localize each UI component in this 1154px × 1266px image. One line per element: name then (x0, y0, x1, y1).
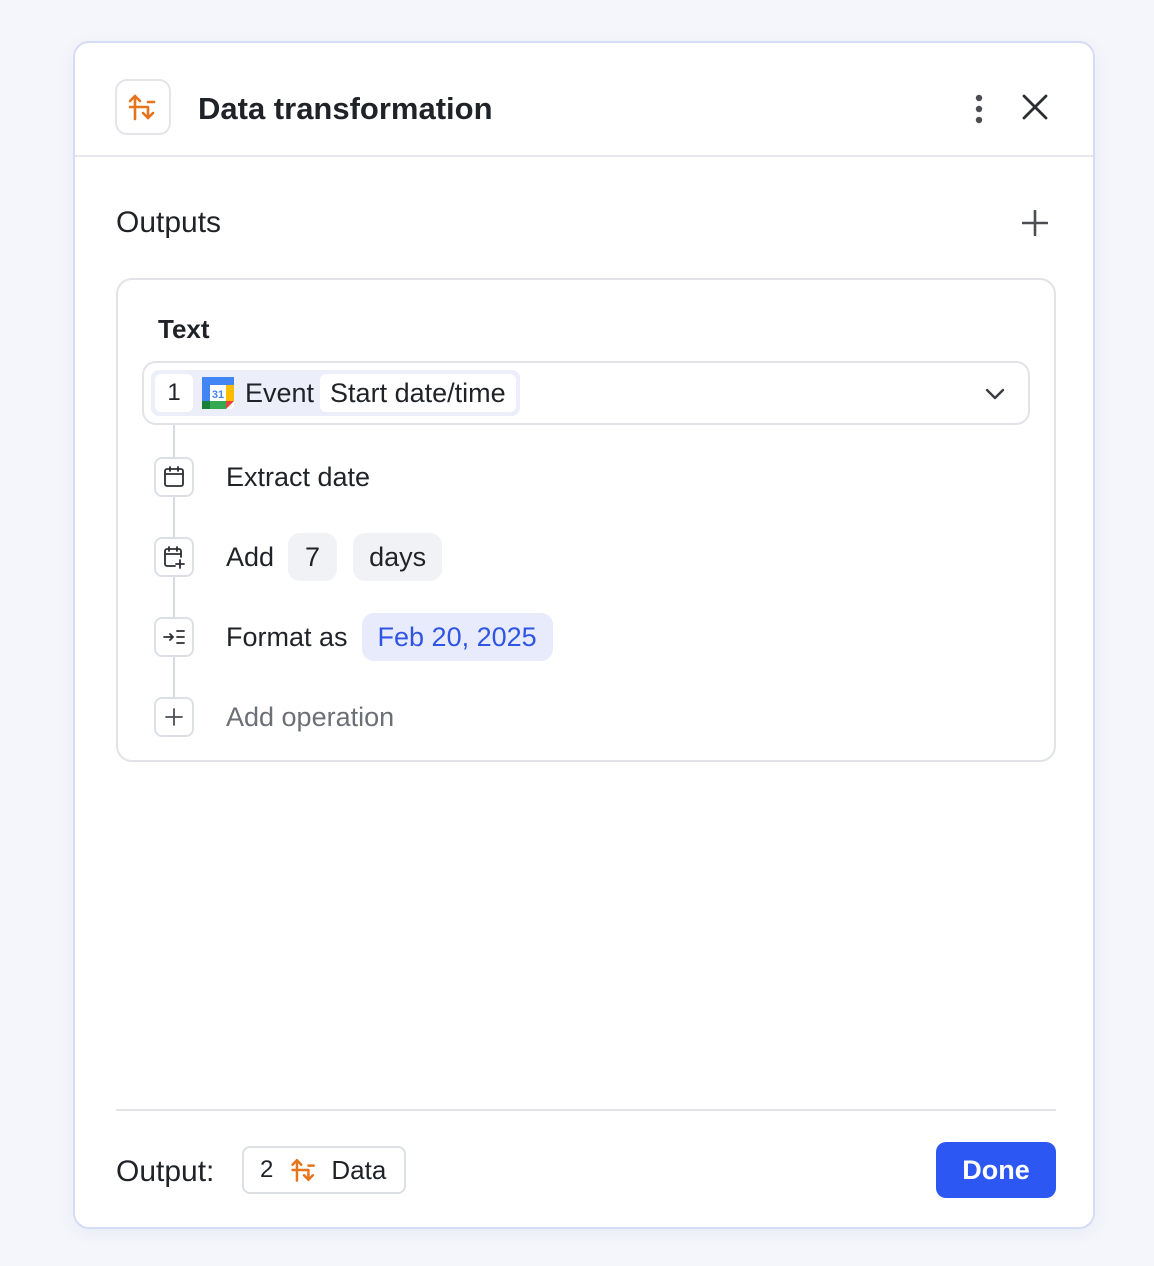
calendar-add-icon (154, 537, 194, 577)
source-field: Start date/time (320, 374, 516, 412)
operation-add-days[interactable]: Add 7 days (154, 533, 443, 581)
close-icon[interactable] (1015, 87, 1055, 127)
transform-icon (291, 1159, 316, 1182)
output-step-number: 2 (260, 1156, 274, 1183)
operation-extract-date[interactable]: Extract date (154, 457, 370, 497)
panel-header: Data transformation (75, 43, 1093, 157)
source-token: 1 31 Event Start date/time (151, 370, 520, 416)
calendar-icon (154, 457, 194, 497)
operation-format-as[interactable]: Format as Feb 20, 2025 (154, 613, 553, 661)
chevron-down-icon (985, 388, 1005, 400)
add-operation-row[interactable]: Add operation (154, 697, 394, 737)
output-card: Text 1 31 Event Start date/time Extract … (116, 278, 1056, 762)
output-type-label: Text (158, 314, 210, 344)
source-field-select[interactable]: 1 31 Event Start date/time (142, 361, 1030, 425)
output-name: Data (331, 1154, 387, 1185)
format-icon (154, 617, 194, 657)
outputs-heading: Outputs (116, 206, 222, 239)
panel-title: Data transformation (198, 91, 493, 126)
done-button[interactable]: Done (936, 1142, 1056, 1198)
output-token[interactable]: 2 Data (242, 1146, 406, 1194)
operation-label: Add (226, 541, 275, 572)
google-calendar-icon: 31 (202, 377, 234, 409)
plus-icon (154, 697, 194, 737)
step-number-badge: 1 (155, 374, 193, 412)
add-output-icon[interactable] (1015, 203, 1055, 243)
transform-icon (115, 79, 171, 135)
add-operation-label: Add operation (226, 701, 395, 732)
source-object: Event (245, 377, 315, 408)
more-options-icon[interactable] (961, 89, 997, 129)
output-label: Output: (116, 1155, 215, 1188)
operation-label: Extract date (226, 461, 371, 492)
operation-label: Format as (226, 621, 348, 652)
svg-text:31: 31 (212, 389, 224, 401)
footer-divider (116, 1109, 1056, 1111)
data-transformation-panel: Data transformation Outputs Text 1 31 Ev… (73, 41, 1095, 1229)
add-unit-chip[interactable]: days (353, 533, 443, 581)
add-amount-chip[interactable]: 7 (288, 533, 338, 581)
format-value-chip[interactable]: Feb 20, 2025 (361, 613, 553, 661)
